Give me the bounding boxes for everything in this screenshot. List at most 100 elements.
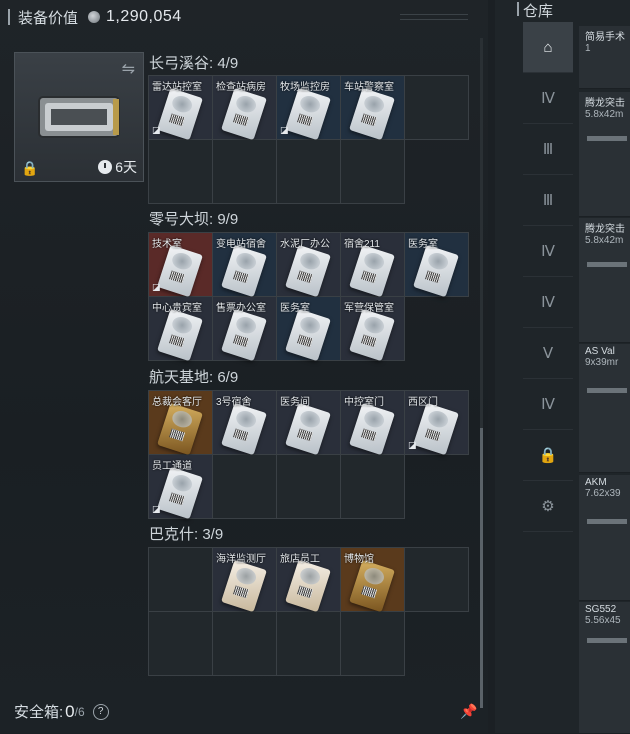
warehouse-tab-gear-icon[interactable]: ⚙ — [523, 481, 573, 532]
warehouse-item[interactable]: SG552 5.56x45 — [579, 602, 630, 734]
warehouse-tab-lock-icon[interactable]: 🔒 — [523, 430, 573, 481]
warehouse-item[interactable]: AKM 7.62x39 — [579, 475, 630, 601]
keycard-item[interactable]: 旅店员工 — [277, 548, 340, 613]
keycard-item[interactable]: 售票办公室 — [213, 297, 276, 362]
empty-slot[interactable] — [341, 455, 405, 519]
keycard-item[interactable]: 变电站宿舍 — [213, 233, 276, 298]
empty-slot[interactable] — [149, 612, 213, 676]
warehouse-item[interactable]: 简易手术 1 — [579, 26, 630, 89]
keycard-slot[interactable]: 员工通道 ◪ — [149, 455, 213, 520]
warehouse-tab-tier3b-icon[interactable]: Ⅲ — [523, 175, 573, 226]
warehouse-tab-home-icon[interactable]: ⌂ — [523, 22, 573, 73]
empty-slot[interactable] — [149, 140, 213, 204]
keycard-slot[interactable]: 牧场监控房 ◪ — [277, 76, 341, 141]
keycard-item[interactable]: 水泥厂办公 — [277, 233, 340, 298]
keycard-slot[interactable]: 总裁会客厅 — [149, 391, 213, 456]
keycard-slot[interactable]: 检查站病房 — [213, 76, 277, 141]
keycard-item[interactable]: 医务室 — [277, 297, 340, 362]
empty-slot[interactable] — [213, 140, 277, 204]
help-icon[interactable]: ? — [92, 703, 109, 720]
keycard-item[interactable]: 牧场监控房 ◪ — [277, 76, 340, 141]
keycard-icon — [157, 308, 203, 362]
empty-slot[interactable] — [405, 548, 469, 612]
empty-slot[interactable] — [341, 140, 405, 204]
keycard-item[interactable]: 中控室门 — [341, 391, 404, 456]
tier5-icon: Ⅴ — [542, 345, 554, 362]
keycard-item[interactable]: 博物馆 — [341, 548, 404, 613]
keycard-item[interactable]: 检查站病房 — [213, 76, 276, 141]
keycard-item[interactable]: 医务室 — [405, 233, 468, 298]
empty-slot[interactable] — [149, 548, 213, 612]
keycard-label: 售票办公室 — [216, 303, 266, 314]
keycard-slot[interactable]: 旅店员工 — [277, 548, 341, 613]
keycard-slot[interactable]: 博物馆 — [341, 548, 405, 613]
keycard-slot[interactable]: 中控室门 — [341, 391, 405, 456]
keycard-slot[interactable]: 中心贵宾室 — [149, 297, 213, 362]
equipment-value-header: 装备价值 1,290,054 — [8, 0, 478, 34]
warehouse-item[interactable]: 腾龙突击 5.8x42m — [579, 92, 630, 217]
scrollbar-thumb[interactable] — [480, 428, 483, 708]
keycard-item[interactable]: 军营保管室 — [341, 297, 404, 362]
keycard-label: 军营保管室 — [344, 303, 394, 314]
keycard-slot[interactable]: 西区门 ◪ — [405, 391, 469, 456]
warehouse-tab-tier4-icon[interactable]: Ⅳ — [523, 73, 573, 124]
warehouse-tab-tier5-icon[interactable]: Ⅴ — [523, 328, 573, 379]
keycard-item[interactable]: 总裁会客厅 — [149, 391, 212, 456]
keycard-icon — [349, 87, 395, 141]
lock-icon: 🔒 — [538, 447, 558, 464]
empty-slot[interactable] — [213, 612, 277, 676]
keycard-icon — [221, 87, 267, 141]
keycard-slot[interactable]: 3号宿舍 — [213, 391, 277, 456]
item-name: 腾龙突击 — [585, 224, 625, 235]
keycard-item[interactable]: 医务间 — [277, 391, 340, 456]
tier4d-icon: Ⅳ — [541, 396, 555, 413]
empty-slot[interactable] — [277, 140, 341, 204]
keycard-slot[interactable]: 海洋监测厅 — [213, 548, 277, 613]
empty-slot[interactable] — [341, 612, 405, 676]
keycard-item[interactable]: 宿舍211 — [341, 233, 404, 298]
empty-slot[interactable] — [277, 455, 341, 519]
keycard-slot[interactable]: 医务室 — [405, 233, 469, 298]
warehouse-tab-tier4c-icon[interactable]: Ⅳ — [523, 277, 573, 328]
empty-slot[interactable] — [277, 612, 341, 676]
equipment-value-amount: 1,290,054 — [106, 8, 182, 25]
keycard-item[interactable]: 员工通道 ◪ — [149, 455, 212, 520]
empty-slot[interactable] — [213, 455, 277, 519]
key-case-slot[interactable]: ⇋ 🔒 6天 — [14, 52, 144, 182]
keycard-item[interactable]: 雷达站控室 ◪ — [149, 76, 212, 141]
keycard-slot[interactable]: 水泥厂办公 — [277, 233, 341, 298]
swap-icon[interactable]: ⇋ — [122, 59, 135, 79]
keycard-item[interactable]: 西区门 ◪ — [405, 391, 468, 456]
warehouse-item[interactable]: AS Val 9x39mr — [579, 344, 630, 473]
keycard-item[interactable]: 车站警察室 — [341, 76, 404, 141]
keycard-slot[interactable]: 变电站宿舍 — [213, 233, 277, 298]
keycard-label: 总裁会客厅 — [152, 397, 202, 408]
item-name: 简易手术 — [585, 32, 625, 43]
keycard-slot[interactable]: 医务间 — [277, 391, 341, 456]
keycard-slot[interactable]: 军营保管室 — [341, 297, 405, 362]
safebox-status: 安全箱: 0 /6 ? — [14, 701, 109, 722]
keycard-item[interactable]: 中心贵宾室 — [149, 297, 212, 362]
keycard-slot[interactable]: 售票办公室 — [213, 297, 277, 362]
keycard-grid: 技术室 ◪ 变电站宿舍 水泥厂办公 宿舍211 医务室 中心贵宾室 售票办公室 医务室 军营保管室 — [148, 232, 469, 362]
warehouse-tab-tier4d-icon[interactable]: Ⅳ — [523, 379, 573, 430]
keycard-slot[interactable]: 车站警察室 — [341, 76, 405, 141]
keycard-slot[interactable]: 宿舍211 — [341, 233, 405, 298]
empty-slot[interactable] — [405, 76, 469, 140]
keycard-slot[interactable]: 雷达站控室 ◪ — [149, 76, 213, 141]
warehouse-tab-tier4b-icon[interactable]: Ⅳ — [523, 226, 573, 277]
keycard-item[interactable]: 3号宿舍 — [213, 391, 276, 456]
pin-icon[interactable]: 📌 — [460, 703, 477, 720]
keycard-item[interactable]: 技术室 ◪ — [149, 233, 212, 298]
keycard-slot[interactable]: 技术室 ◪ — [149, 233, 213, 298]
keycard-icon — [349, 559, 395, 613]
keycard-slot[interactable]: 医务室 — [277, 297, 341, 362]
equipment-value-label: 装备价值 — [18, 9, 79, 27]
warehouse-sidebar: ⌂ Ⅳ Ⅲ Ⅲ Ⅳ Ⅳ Ⅴ Ⅳ 🔒 ⚙ — [523, 22, 573, 532]
warehouse-item[interactable]: 腾龙突击 5.8x42m — [579, 218, 630, 343]
warehouse-tab-tier3-icon[interactable]: Ⅲ — [523, 124, 573, 175]
keycard-item[interactable]: 海洋监测厅 — [213, 548, 276, 613]
tier3b-icon: Ⅲ — [542, 192, 554, 209]
equipment-scrollbar[interactable] — [480, 38, 483, 708]
item-name: AS Val — [585, 346, 615, 357]
